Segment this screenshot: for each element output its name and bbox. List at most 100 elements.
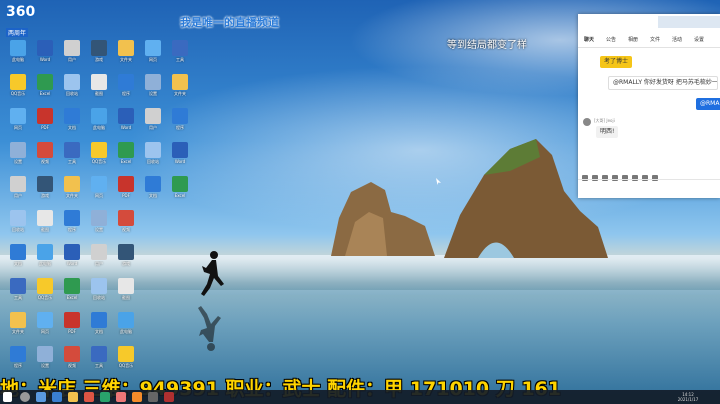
desktop-icon[interactable]: 设置: [138, 72, 168, 106]
clock[interactable]: 14:12 2021/1/17: [676, 392, 700, 402]
file-icon: [145, 40, 161, 56]
desktop-icon[interactable]: Word: [111, 106, 141, 140]
desktop-icon[interactable]: 视频: [57, 344, 87, 378]
app-icon[interactable]: [84, 392, 94, 402]
desktop-icon-label: 用户: [95, 261, 103, 266]
desktop-icon[interactable]: 工具: [3, 276, 33, 310]
file-icon: [10, 210, 26, 226]
taskview-icon[interactable]: [36, 392, 46, 402]
desktop-icon[interactable]: 工具: [57, 140, 87, 174]
desktop-icon[interactable]: 游戏: [84, 38, 114, 72]
desktop-icon[interactable]: 工具: [84, 344, 114, 378]
desktop-icon-label: 用户: [14, 193, 22, 198]
desktop-icon[interactable]: 网页: [3, 106, 33, 140]
desktop-icon[interactable]: 此电脑: [30, 242, 60, 276]
desktop-icon[interactable]: 设置: [3, 140, 33, 174]
desktop-icon[interactable]: QQ音乐: [30, 276, 60, 310]
desktop-icon[interactable]: QQ音乐: [84, 140, 114, 174]
tab-files[interactable]: 文件: [650, 36, 660, 43]
desktop-icon[interactable]: Excel: [165, 174, 195, 208]
desktop-icon[interactable]: 回收站: [84, 276, 114, 310]
desktop-icon-label: 程序: [68, 227, 76, 232]
file-icon: [37, 40, 53, 56]
desktop-icon[interactable]: 截图: [111, 276, 141, 310]
runner-silhouette: [201, 251, 224, 296]
desktop-icon[interactable]: 回收站: [57, 72, 87, 106]
chat-bubble: 明西!: [596, 126, 619, 138]
file-icon: [37, 346, 53, 362]
app-icon[interactable]: [100, 392, 110, 402]
desktop-icon[interactable]: 设置: [84, 208, 114, 242]
tab-chat[interactable]: 聊天: [584, 36, 594, 43]
desktop-icon[interactable]: QQ音乐: [3, 72, 33, 106]
tab-album[interactable]: 相册: [628, 36, 638, 43]
desktop-icon[interactable]: 游戏: [30, 174, 60, 208]
desktop-icon[interactable]: 截图: [84, 72, 114, 106]
file-icon: [172, 142, 188, 158]
desktop-icon[interactable]: 程序: [57, 208, 87, 242]
desktop-icon[interactable]: PDF: [30, 106, 60, 140]
file-icon: [64, 74, 80, 90]
desktop-icon[interactable]: PDF: [111, 174, 141, 208]
desktop-icon[interactable]: 文件夹: [111, 38, 141, 72]
tab-settings[interactable]: 设置: [694, 36, 704, 43]
app-icon[interactable]: [164, 392, 174, 402]
desktop-icon[interactable]: PDF: [57, 310, 87, 344]
desktop-icon[interactable]: 文件夹: [57, 174, 87, 208]
search-icon[interactable]: [20, 392, 30, 402]
tab-activity[interactable]: 活动: [672, 36, 682, 43]
desktop-icon[interactable]: 此电脑: [111, 310, 141, 344]
desktop-icon[interactable]: 网页: [30, 310, 60, 344]
desktop-icon[interactable]: 此电脑: [3, 38, 33, 72]
desktop-icon[interactable]: 游戏: [111, 242, 141, 276]
desktop-icon[interactable]: 用户: [138, 106, 168, 140]
desktop-icon[interactable]: 视频: [111, 208, 141, 242]
desktop-icon[interactable]: 文件夹: [3, 310, 33, 344]
edge-icon[interactable]: [52, 392, 62, 402]
desktop-icon[interactable]: 用户: [57, 38, 87, 72]
desktop-icon[interactable]: Excel: [30, 72, 60, 106]
tab-notice[interactable]: 公告: [606, 36, 616, 43]
desktop-icon[interactable]: 回收站: [138, 140, 168, 174]
file-icon: [118, 74, 134, 90]
desktop-icon[interactable]: 视频: [30, 140, 60, 174]
app-icon[interactable]: [148, 392, 158, 402]
chat-window[interactable]: 聊天 公告 相册 文件 活动 设置 考了博士 @RMALLY 你好发货呀 把马苏…: [578, 14, 720, 198]
desktop-icon[interactable]: 网页: [138, 38, 168, 72]
app-icon[interactable]: [116, 392, 126, 402]
app-icon[interactable]: [132, 392, 142, 402]
desktop-icon[interactable]: Word: [165, 140, 195, 174]
file-icon: [37, 312, 53, 328]
desktop-icon[interactable]: Excel: [111, 140, 141, 174]
desktop-icon[interactable]: 设置: [30, 344, 60, 378]
desktop-icon[interactable]: 此电脑: [84, 106, 114, 140]
desktop-icon[interactable]: 网页: [84, 174, 114, 208]
desktop-icon[interactable]: Excel: [57, 276, 87, 310]
desktop-icon-label: 回收站: [93, 295, 105, 300]
desktop-icon[interactable]: Word: [57, 242, 87, 276]
desktop-icon[interactable]: 程序: [111, 72, 141, 106]
chat-bubble: 考了博士: [600, 56, 633, 68]
desktop-icon[interactable]: 回收站: [3, 208, 33, 242]
desktop-icon[interactable]: 文档: [3, 242, 33, 276]
desktop-icon-label: 文件夹: [120, 57, 132, 62]
desktop-icon[interactable]: 程序: [3, 344, 33, 378]
desktop-icon[interactable]: 文档: [57, 106, 87, 140]
desktop-icon-label: 视频: [41, 159, 49, 164]
explorer-icon[interactable]: [68, 392, 78, 402]
desktop-icon[interactable]: QQ音乐: [111, 344, 141, 378]
start-button-icon[interactable]: [3, 392, 12, 402]
desktop-icon[interactable]: 文档: [84, 310, 114, 344]
file-icon: [37, 244, 53, 260]
clock-date: 2021/1/17: [677, 397, 699, 402]
desktop-icon[interactable]: Word: [30, 38, 60, 72]
desktop-icon-label: QQ音乐: [10, 91, 26, 96]
desktop-icon[interactable]: 程序: [165, 106, 195, 140]
desktop-icon[interactable]: 工具: [165, 38, 195, 72]
chat-input[interactable]: [578, 179, 720, 199]
desktop-icon[interactable]: 用户: [84, 242, 114, 276]
desktop-icon[interactable]: 用户: [3, 174, 33, 208]
desktop-icon[interactable]: 截图: [30, 208, 60, 242]
desktop-icon[interactable]: 文件夹: [165, 72, 195, 106]
desktop-icon[interactable]: 文档: [138, 174, 168, 208]
